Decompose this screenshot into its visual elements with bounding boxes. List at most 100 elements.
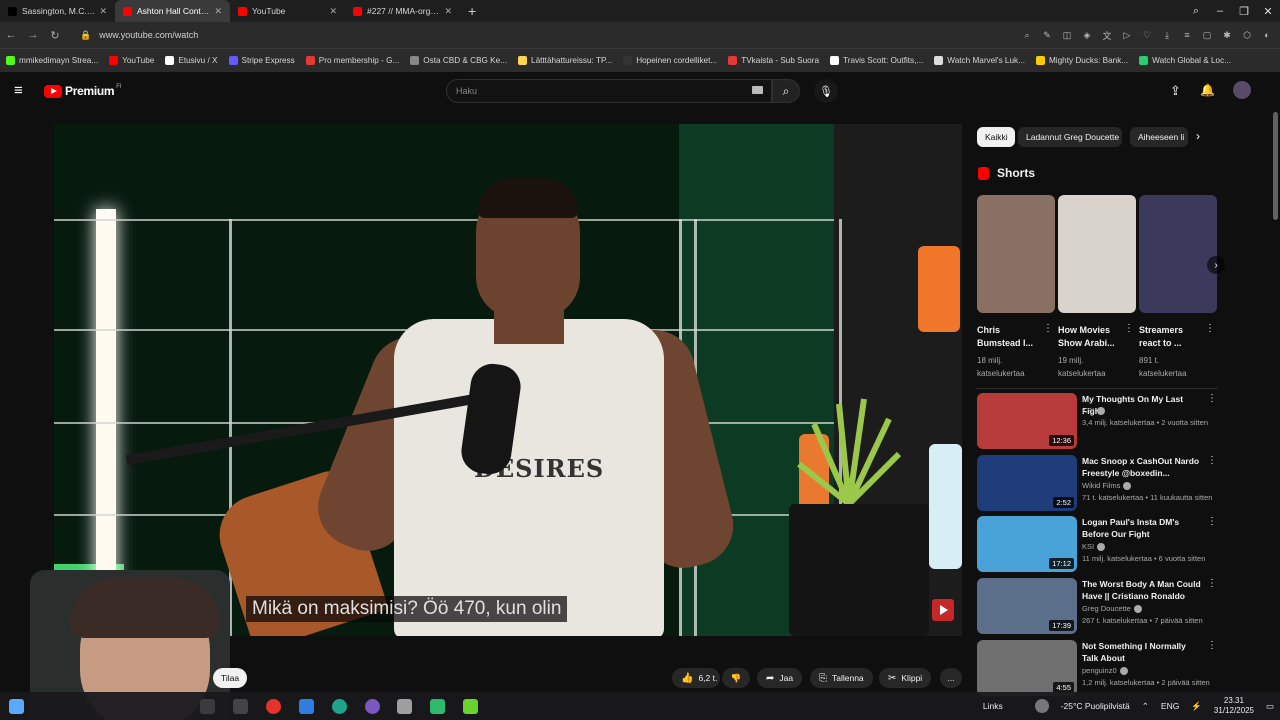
forward-icon[interactable]: → (22, 29, 44, 41)
browser-tab[interactable]: Sassington, M.C. Xssid✕ (0, 0, 115, 22)
opera-icon[interactable] (266, 699, 281, 714)
discord-icon[interactable] (365, 699, 380, 714)
start-menu-icon[interactable] (9, 699, 24, 714)
short-title[interactable]: Streamers react to ... (1139, 324, 1205, 350)
search-tabs-icon[interactable]: ⌕ (1184, 5, 1208, 18)
wallet-icon[interactable]: ▢ (1198, 30, 1216, 41)
new-tab-button[interactable]: + (468, 3, 476, 19)
search-icon[interactable]: ⌕ (1018, 30, 1036, 41)
close-tab-icon[interactable]: ✕ (95, 6, 107, 17)
short-title[interactable]: Chris Bumstead I... (977, 324, 1043, 350)
dislike-button[interactable]: 👎 (722, 668, 750, 688)
network-icon[interactable]: ⚡ (1191, 701, 1202, 712)
video-thumbnail[interactable]: 17:39 (977, 578, 1077, 634)
bookmark-item[interactable]: Etusivu / X (165, 56, 218, 65)
address-bar[interactable]: 🔒 www.youtube.com/watch (72, 25, 1032, 45)
bookmark-item[interactable]: Watch Marvel's Luk... (934, 56, 1025, 65)
video-channel[interactable]: penguinz0 (1082, 666, 1128, 676)
vpn-icon[interactable]: ⬡ (1238, 30, 1256, 41)
reload-icon[interactable]: ↻ (44, 29, 66, 42)
bookmark-item[interactable]: YouTube (109, 56, 154, 65)
settings-icon[interactable] (397, 699, 412, 714)
avatar[interactable] (1233, 81, 1251, 99)
task-view-icon[interactable] (233, 699, 248, 714)
short-thumbnail[interactable] (1139, 195, 1217, 313)
bookmark-item[interactable]: Watch Global & Loc... (1139, 56, 1231, 65)
video-thumbnail[interactable]: 2:52 (977, 455, 1077, 511)
bookmark-item[interactable]: Mighty Ducks: Bank... (1035, 56, 1128, 65)
edge-icon[interactable] (332, 699, 347, 714)
video-title[interactable]: Mac Snoop x CashOut Nardo Freestyle @box… (1082, 455, 1204, 479)
maximize-button[interactable]: ❐ (1232, 5, 1256, 18)
translate-icon[interactable]: 文 (1098, 29, 1116, 42)
more-vert-icon[interactable]: ⋮ (1207, 516, 1217, 527)
video-thumbnail[interactable]: 12:36 (977, 393, 1077, 449)
short-thumbnail[interactable] (977, 195, 1055, 313)
recommended-video[interactable]: 4:55 Not Something I Normally Talk About… (977, 640, 1217, 698)
short-card[interactable]: Chris Bumstead I... 18 milj. katselukert… (977, 195, 1055, 380)
recommended-video[interactable]: 12:36 My Thoughts On My Last Fight KSI 3… (977, 393, 1217, 451)
filter-chip[interactable]: Aiheeseen li (1130, 127, 1188, 147)
more-vert-icon[interactable]: ⋮ (1207, 640, 1217, 651)
clip-button[interactable]: ✂ Klippi (879, 668, 932, 688)
close-tab-icon[interactable]: ✕ (325, 6, 337, 17)
upload-icon[interactable]: ⇪ (1170, 83, 1181, 99)
play-icon[interactable]: ▷ (1118, 30, 1136, 41)
video-channel[interactable]: Wikid Films (1082, 481, 1132, 491)
short-card[interactable]: How Movies Show Arabi... 19 milj. katsel… (1058, 195, 1136, 380)
like-button[interactable]: 👍 6,2 t. (672, 668, 720, 688)
filter-chip[interactable]: Kaikki (977, 127, 1015, 147)
filter-chip[interactable]: Ladannut Greg Doucette (1018, 127, 1122, 147)
close-window-button[interactable]: ✕ (1256, 5, 1280, 18)
notifications-bell-icon[interactable]: 🔔 (1200, 83, 1215, 97)
voice-search-button[interactable]: 🎙 (814, 79, 838, 103)
subscribe-button[interactable]: Tilaa (213, 668, 247, 688)
back-icon[interactable]: ← (0, 29, 22, 41)
more-vert-icon[interactable]: ⋮ (1207, 578, 1217, 589)
bookmark-item[interactable]: Osta CBD & CBG Ke... (410, 56, 507, 65)
short-thumbnail[interactable] (1058, 195, 1136, 313)
chevron-up-icon[interactable]: ⌃ (1142, 701, 1149, 712)
bookmark-item[interactable]: Travis Scott: Outfits,... (830, 56, 923, 65)
channel-watermark-icon[interactable] (932, 599, 954, 621)
bookmark-item[interactable]: mmikedimayn Strea... (6, 56, 98, 65)
more-vert-icon[interactable]: ⋮ (1207, 455, 1217, 466)
save-button[interactable]: ⎘ Tallenna (810, 668, 873, 688)
video-title[interactable]: Not Something I Normally Talk About (1082, 640, 1204, 664)
short-card[interactable]: Streamers react to ... 891 t. katseluker… (1139, 195, 1217, 380)
screenshot-icon[interactable]: ◫ (1058, 30, 1076, 41)
close-tab-icon[interactable]: ✕ (210, 6, 222, 17)
more-vert-icon[interactable]: ⋮ (1205, 323, 1215, 334)
browser-tab[interactable]: YouTube ✕ (230, 0, 345, 22)
shield-icon[interactable]: ◈ (1078, 30, 1096, 41)
video-channel[interactable]: KSI (1082, 542, 1106, 552)
chevron-right-icon[interactable]: › (1196, 129, 1200, 143)
search-input[interactable]: Haku (446, 79, 772, 103)
video-title[interactable]: Logan Paul's Insta DM's Before Our Fight (1082, 516, 1204, 540)
video-title[interactable]: The Worst Body A Man Could Have || Crist… (1082, 578, 1204, 602)
heart-icon[interactable]: ♡ (1138, 30, 1156, 41)
ai-icon[interactable]: ◐ (1258, 30, 1276, 40)
more-actions-button[interactable]: ... (940, 668, 962, 688)
share-button[interactable]: ➦ Jaa (757, 668, 803, 688)
menu-icon[interactable]: ≡ (1178, 30, 1196, 40)
spreadsheet-icon[interactable] (430, 699, 445, 714)
bookmark-item[interactable]: Lätttähattureissu: TP... (518, 56, 612, 65)
video-thumbnail[interactable]: 17:12 (977, 516, 1077, 572)
bookmark-item[interactable]: Hopeinen cordelliket... (623, 56, 717, 65)
edit-icon[interactable]: ✎ (1038, 30, 1056, 41)
close-tab-icon[interactable]: ✕ (440, 6, 452, 17)
weather-text[interactable]: -25°C Puolipilvistä (1061, 701, 1130, 711)
taskbar-app-icon[interactable] (200, 699, 215, 714)
bookmark-item[interactable]: Stripe Express (228, 56, 295, 65)
youtube-premium-logo[interactable]: Premium FI (44, 84, 122, 98)
minimize-button[interactable]: – (1208, 5, 1232, 17)
extension-icon[interactable]: ✱ (1218, 30, 1236, 41)
download-icon[interactable]: ⤓ (1158, 30, 1176, 41)
video-player[interactable]: DESIRES Mikä on maksimisi? Öö 470, kun o… (54, 124, 962, 636)
more-vert-icon[interactable]: ⋮ (1207, 393, 1217, 404)
more-vert-icon[interactable]: ⋮ (1124, 323, 1134, 334)
more-vert-icon[interactable]: ⋮ (1043, 323, 1053, 334)
recommended-video[interactable]: 2:52 Mac Snoop x CashOut Nardo Freestyle… (977, 455, 1217, 513)
recommended-video[interactable]: 17:39 The Worst Body A Man Could Have ||… (977, 578, 1217, 636)
